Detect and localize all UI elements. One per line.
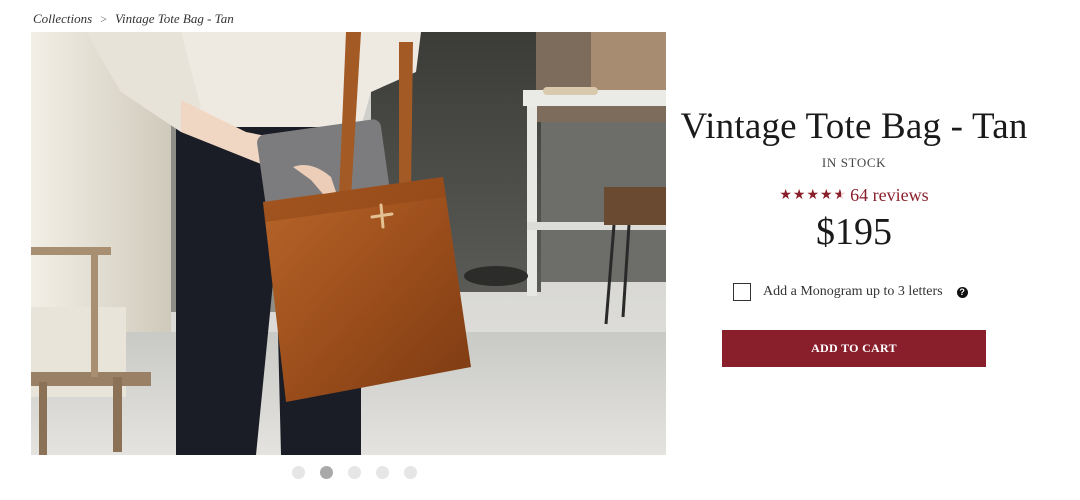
star-icon: ★ [779, 187, 792, 203]
carousel-dot-4[interactable] [376, 466, 389, 479]
star-icon: ★ [820, 187, 833, 203]
price: $195 [816, 211, 892, 253]
star-rating: ★ ★ ★ ★ ★ [779, 187, 847, 203]
star-icon: ★ [792, 187, 806, 203]
rating: ★ ★ ★ ★ ★ 64 reviews [666, 185, 1042, 206]
product-info: Vintage Tote Bag - Tan IN STOCK ★ ★ ★ ★ … [666, 0, 1042, 500]
product-title: Vintage Tote Bag - Tan [680, 106, 1028, 147]
breadcrumb: Collections > Vintage Tote Bag - Tan [33, 11, 234, 27]
add-to-cart-button[interactable]: ADD TO CART [722, 330, 986, 367]
monogram-label: Add a Monogram up to 3 letters [763, 284, 943, 299]
carousel-dot-3[interactable] [348, 466, 361, 479]
breadcrumb-separator: > [100, 11, 107, 26]
half-star-icon: ★ [834, 188, 847, 203]
carousel-dot-5[interactable] [404, 466, 417, 479]
help-icon[interactable]: ? [956, 286, 968, 298]
breadcrumb-current: Vintage Tote Bag - Tan [115, 11, 234, 26]
product-photo-illustration [31, 32, 666, 455]
star-icon: ★ [806, 187, 820, 203]
product-photo[interactable] [31, 32, 666, 455]
breadcrumb-link-collections[interactable]: Collections [33, 11, 92, 27]
reviews-link[interactable]: 64 reviews [850, 185, 928, 206]
product-page: Collections > Vintage Tote Bag - Tan Vin… [0, 0, 1080, 500]
stock-status: IN STOCK [821, 155, 887, 170]
carousel-dots [292, 466, 417, 479]
monogram-option[interactable]: Add a Monogram up to 3 letters ? [733, 283, 968, 301]
monogram-checkbox[interactable] [733, 283, 751, 301]
carousel-dot-1[interactable] [292, 466, 305, 479]
carousel-dot-2[interactable] [320, 466, 333, 479]
